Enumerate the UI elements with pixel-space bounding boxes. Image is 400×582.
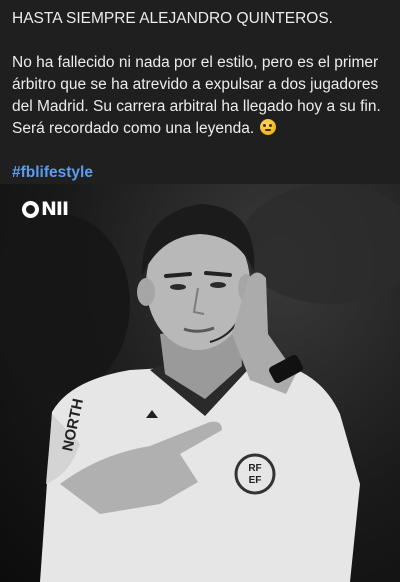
post-caption: HASTA SIEMPRE ALEJANDRO QUINTEROS. No ha… — [0, 0, 400, 184]
watermark-icon — [22, 200, 39, 218]
referee-illustration: NORTH RF EF — [0, 184, 400, 582]
watermark-logo: NII — [22, 198, 69, 220]
post-body-text: No ha fallecido ni nada por el estilo, p… — [12, 54, 381, 137]
crest-text-top: RF — [248, 463, 261, 474]
watermark-text: NII — [41, 198, 69, 220]
post-body: No ha fallecido ni nada por el estilo, p… — [12, 52, 388, 140]
post-headline: HASTA SIEMPRE ALEJANDRO QUINTEROS. — [12, 10, 333, 27]
monocle-emoji-icon — [260, 119, 277, 135]
hashtag-link[interactable]: #fblifestyle — [12, 162, 388, 184]
crest-text-bottom: EF — [249, 475, 262, 486]
meme-post: HASTA SIEMPRE ALEJANDRO QUINTEROS. No ha… — [0, 0, 400, 582]
referee-photo: NORTH RF EF NII — [0, 184, 400, 582]
